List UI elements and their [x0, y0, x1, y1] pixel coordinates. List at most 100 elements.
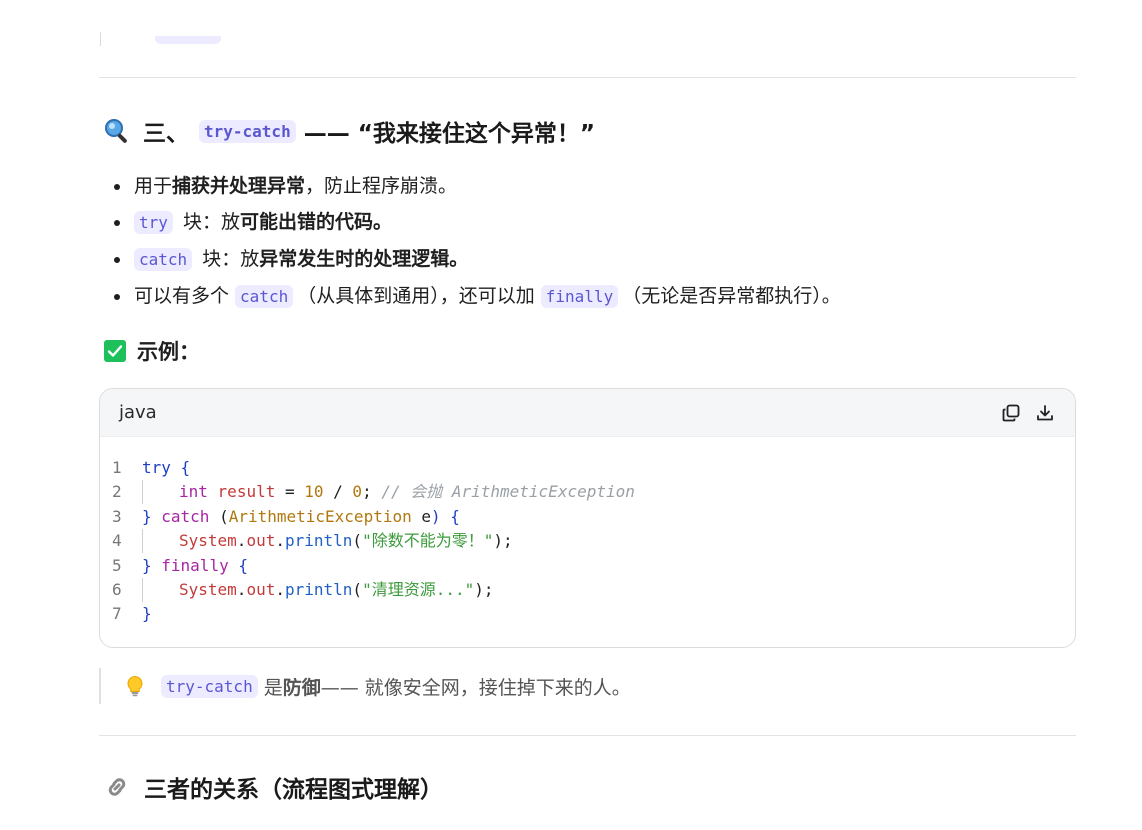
section-suffix: —— “我来接住这个异常！” — [303, 121, 595, 147]
code-line: 6 System.out.println("清理资源..."); — [100, 577, 1075, 602]
code-token: ) { — [431, 506, 460, 526]
code-token: } — [142, 555, 152, 575]
code-token: ArithmeticException — [228, 506, 412, 526]
code-comment: // 会抛 ArithmeticException — [381, 482, 635, 502]
magnifier-icon — [103, 117, 131, 145]
line-number: 1 — [112, 458, 122, 477]
list-item: try 块：放可能出错的代码。 — [132, 204, 841, 241]
code-string: "清理资源..." — [362, 579, 475, 599]
code-line: 5 } finally { — [100, 554, 1075, 578]
line-number: 2 — [112, 482, 122, 502]
code-token: ( — [352, 531, 363, 551]
indent-guide — [142, 577, 179, 602]
section-inline-code: try-catch — [199, 119, 296, 143]
code-token: { — [228, 555, 248, 575]
section-prefix: 三、 — [143, 121, 189, 147]
prev-inline-code-fragment — [155, 36, 221, 44]
bullet-text: 块：放 — [176, 211, 240, 233]
code-token: . — [236, 531, 247, 551]
code-token: println — [284, 531, 353, 551]
tip-bold: 防御 — [282, 676, 321, 699]
code-token: . — [275, 531, 285, 551]
download-icon[interactable] — [1035, 403, 1055, 423]
bullet-text: ，防止程序崩溃。 — [305, 175, 458, 197]
code-token: . — [236, 579, 247, 599]
code-token: ( — [352, 579, 363, 599]
code-line: 4 System.out.println("除数不能为零！"); — [100, 529, 1075, 554]
section-title: 三者的关系（流程图式理解） — [144, 777, 443, 803]
line-number: 7 — [112, 604, 122, 624]
code-line: 2 int result = 10 / 0; // 会抛 ArithmeticE… — [100, 480, 1075, 505]
line-number: 6 — [112, 579, 122, 599]
example-heading: 示例： — [104, 336, 200, 366]
code-token: . — [275, 579, 285, 599]
code-language-label: java — [119, 402, 157, 423]
code-token: } — [142, 604, 152, 624]
code-block: java 1 try { 2 int result = 10 / 0; // 会… — [99, 388, 1076, 648]
code-token: out — [246, 531, 276, 551]
code-token: System — [179, 531, 237, 551]
link-icon — [104, 774, 130, 800]
code-body: 1 try { 2 int result = 10 / 0; // 会抛 Ari… — [100, 437, 1075, 627]
bullet-text: （无论是否异常都执行）。 — [622, 285, 841, 307]
bullet-bold: 异常发生时的处理逻辑。 — [259, 248, 469, 270]
code-token: ); — [493, 531, 513, 551]
example-title-text: 示例： — [137, 340, 200, 364]
code-token: / — [323, 482, 353, 502]
divider-top — [99, 77, 1076, 78]
inline-code: try — [134, 211, 173, 234]
bullet-text: 可以有多个 — [134, 285, 236, 307]
lightbulb-icon — [125, 675, 145, 697]
code-toolbar — [1001, 403, 1055, 423]
inline-code: catch — [134, 248, 193, 271]
inline-code: try-catch — [161, 674, 258, 698]
bullet-bold: 捕获并处理异常 — [172, 175, 306, 197]
code-token: } — [142, 506, 152, 526]
code-token: e — [411, 506, 431, 526]
inline-code: catch — [235, 285, 294, 308]
code-line: 3 } catch (ArithmeticException e) { — [100, 505, 1075, 529]
tip-text: 是 — [263, 676, 283, 699]
bullet-text: （从具体到通用），还可以加 — [297, 285, 541, 307]
copy-icon[interactable] — [1001, 403, 1021, 423]
section-heading-try-catch: 三、 try-catch —— “我来接住这个异常！” — [103, 114, 595, 148]
code-token: int — [179, 482, 208, 502]
list-item: 用于捕获并处理异常，防止程序崩溃。 — [132, 168, 841, 204]
divider-bottom — [99, 735, 1076, 736]
code-string: "除数不能为零！" — [362, 531, 494, 551]
list-item: catch 块：放异常发生时的处理逻辑。 — [132, 241, 841, 278]
indent-guide — [142, 529, 179, 554]
code-token: 0 — [352, 482, 363, 502]
code-token: ( — [209, 506, 229, 526]
check-mark-icon — [104, 340, 126, 362]
code-token: result — [217, 482, 276, 502]
inline-code: finally — [540, 285, 619, 308]
tip-quote: try-catch 是 防御 —— 就像安全网，接住掉下来的人。 — [99, 668, 631, 704]
line-number: 5 — [112, 555, 122, 575]
code-token: finally — [151, 555, 229, 575]
prev-quote-bar — [100, 32, 101, 46]
bullet-text: 块：放 — [196, 248, 260, 270]
line-number: 4 — [112, 531, 122, 551]
tip-text: —— 就像安全网，接住掉下来的人。 — [320, 676, 631, 699]
code-line: 1 try { — [100, 456, 1075, 480]
code-token: System — [179, 579, 237, 599]
code-token: println — [284, 579, 353, 599]
code-line: 7 } — [100, 602, 1075, 626]
code-token: { — [170, 458, 191, 477]
code-block-header: java — [100, 389, 1075, 437]
line-number: 3 — [112, 506, 122, 526]
code-token: ; — [362, 482, 382, 502]
bullet-bold: 可能出错的代码。 — [239, 211, 392, 233]
bullet-text: 用于 — [134, 175, 173, 197]
indent-guide — [142, 480, 179, 505]
code-token: 10 — [304, 482, 324, 502]
bullet-list: 用于捕获并处理异常，防止程序崩溃。 try 块：放可能出错的代码。 catch … — [110, 168, 841, 315]
list-item: 可以有多个 catch（从具体到通用），还可以加 finally（无论是否异常都… — [132, 278, 841, 315]
section-heading-relationship: 三者的关系（流程图式理解） — [104, 770, 443, 804]
code-token: out — [246, 579, 276, 599]
code-token: = — [275, 482, 305, 502]
code-token: try — [142, 458, 171, 477]
code-token: catch — [151, 506, 210, 526]
code-token: ); — [474, 579, 494, 599]
